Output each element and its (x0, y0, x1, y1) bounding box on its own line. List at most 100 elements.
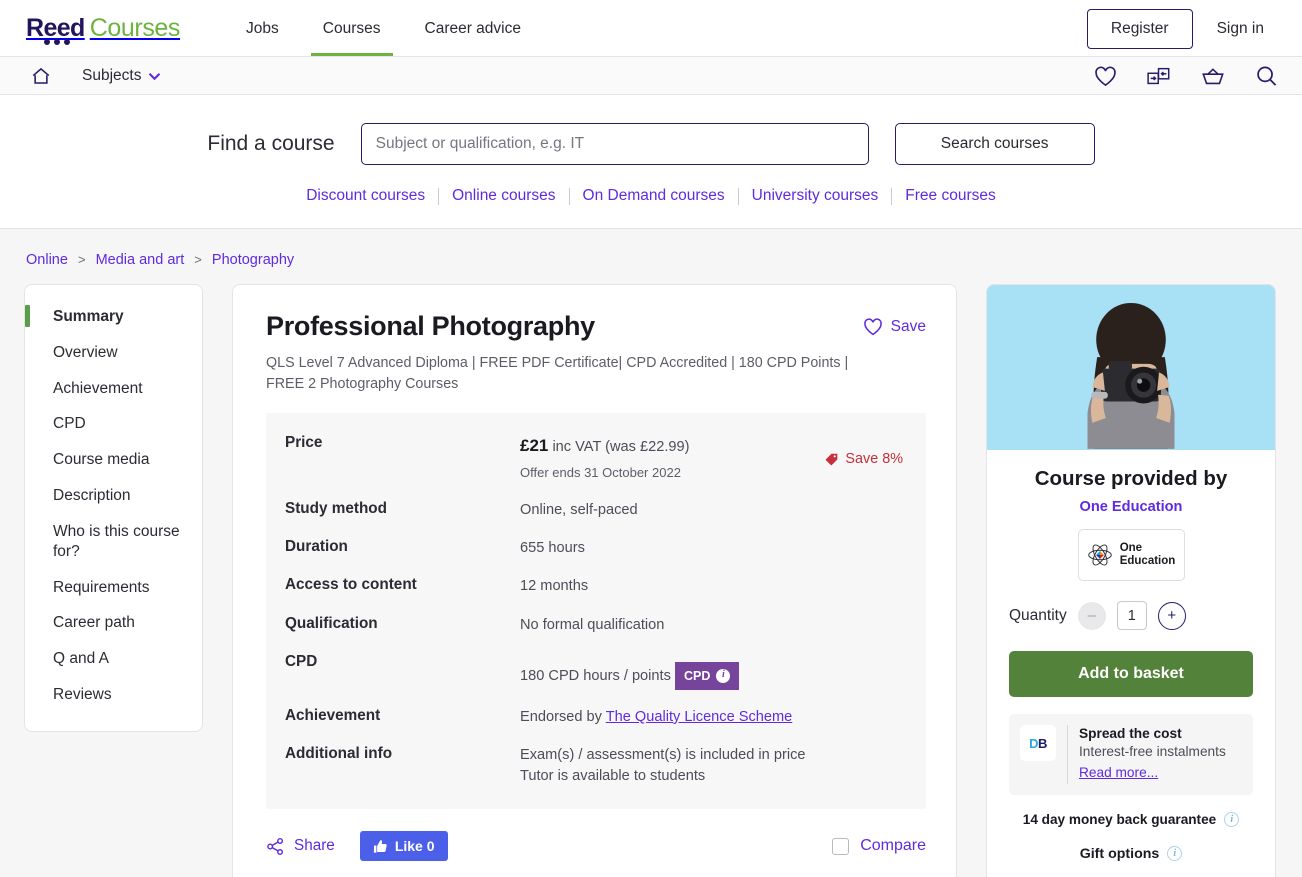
compare-checkbox[interactable] (832, 838, 849, 855)
detail-value-study-method: Online, self-paced (520, 500, 638, 521)
cpd-points-text: 180 CPD hours / points (520, 668, 671, 684)
like-button[interactable]: Like 0 (360, 831, 448, 861)
compare-icon[interactable] (1147, 66, 1171, 87)
share-button[interactable]: Share (266, 837, 335, 856)
detail-label-duration: Duration (285, 538, 520, 559)
nav-item-courses[interactable]: Courses (301, 0, 403, 57)
quantity-decrease-button[interactable]: – (1078, 602, 1106, 630)
course-search-band: Find a course Search courses Discount co… (0, 95, 1302, 229)
sidebar-item-career-path[interactable]: Career path (25, 613, 202, 633)
tag-icon (824, 452, 839, 467)
info-icon[interactable]: i (1224, 812, 1239, 827)
detail-row-duration: Duration 655 hours (285, 538, 903, 559)
detail-label-achievement: Achievement (285, 707, 520, 728)
page-body: Online > Media and art > Photography Sum… (0, 229, 1302, 877)
quality-licence-scheme-link[interactable]: The Quality Licence Scheme (606, 709, 793, 725)
quicklink-discount-courses[interactable]: Discount courses (293, 187, 438, 205)
quantity-increase-button[interactable]: + (1158, 602, 1186, 630)
sidebar-item-reviews[interactable]: Reviews (25, 685, 202, 705)
deko-logo-icon: DB (1020, 725, 1056, 761)
search-input[interactable] (361, 123, 869, 165)
sidebar-item-q-and-a[interactable]: Q and A (25, 649, 202, 669)
heart-icon (863, 318, 883, 336)
deko-logo-b: B (1038, 736, 1047, 751)
info-icon[interactable]: i (1167, 846, 1182, 861)
additional-info-line-1: Exam(s) / assessment(s) is included in p… (520, 745, 805, 766)
money-back-guarantee-row: 14 day money back guarantee i (987, 812, 1275, 827)
spread-read-more-link[interactable]: Read more... (1079, 764, 1158, 782)
find-a-course-label: Find a course (207, 132, 334, 156)
subjects-dropdown[interactable]: Subjects (82, 67, 161, 85)
breadcrumb-item-photography[interactable]: Photography (212, 252, 294, 268)
search-courses-button[interactable]: Search courses (895, 123, 1095, 165)
quantity-input[interactable] (1117, 601, 1147, 630)
main-navigation: Jobs Courses Career advice (224, 0, 543, 57)
provider-logo-line-2: Education (1120, 555, 1176, 568)
nav-item-jobs[interactable]: Jobs (224, 0, 301, 57)
detail-row-cpd: CPD 180 CPD hours / points CPD i (285, 653, 903, 690)
cpd-badge[interactable]: CPD i (675, 662, 739, 690)
money-back-guarantee-label: 14 day money back guarantee (1023, 812, 1216, 827)
detail-row-additional-info: Additional info Exam(s) / assessment(s) … (285, 745, 903, 787)
register-button[interactable]: Register (1087, 9, 1193, 49)
logo-text-reed: Reed (26, 16, 85, 41)
gift-options-row: Gift options i (987, 846, 1275, 862)
sidebar-item-overview[interactable]: Overview (25, 343, 202, 363)
sidebar-item-summary[interactable]: Summary (25, 307, 202, 327)
detail-row-achievement: Achievement Endorsed by The Quality Lice… (285, 707, 903, 728)
detail-value-duration: 655 hours (520, 538, 585, 559)
detail-value-access-to-content: 12 months (520, 576, 588, 597)
subnav-icon-group (1094, 65, 1278, 87)
home-icon[interactable] (30, 65, 52, 87)
course-title-row: Professional Photography Save (266, 312, 926, 342)
logo-dots-icon (44, 39, 70, 45)
reed-courses-logo[interactable]: Reed Courses (26, 16, 180, 41)
sidebar-item-course-media[interactable]: Course media (25, 450, 202, 470)
sidebar-item-achievement[interactable]: Achievement (25, 379, 202, 399)
thumbs-up-icon (373, 839, 388, 854)
quicklink-free-courses[interactable]: Free courses (892, 187, 1008, 205)
provider-name-link[interactable]: One Education (987, 499, 1275, 515)
search-icon[interactable] (1255, 65, 1278, 87)
site-header: Reed Courses Jobs Courses Career advice … (0, 0, 1302, 57)
detail-label-cpd: CPD (285, 653, 520, 690)
share-icon (266, 837, 285, 856)
quicklink-online-courses[interactable]: Online courses (439, 187, 568, 205)
sidebar-item-who-is-this-course-for[interactable]: Who is this course for? (25, 522, 202, 562)
compare-control[interactable]: Compare (832, 837, 926, 855)
save-course-button[interactable]: Save (863, 312, 926, 336)
deko-logo-d: D (1029, 736, 1038, 751)
sidebar-item-requirements[interactable]: Requirements (25, 578, 202, 598)
detail-label-additional-info: Additional info (285, 745, 520, 787)
detail-value-qualification: No formal qualification (520, 615, 664, 636)
save-label: Save (891, 318, 926, 336)
quicklink-on-demand-courses[interactable]: On Demand courses (570, 187, 738, 205)
basket-icon[interactable] (1201, 66, 1225, 87)
sign-in-link[interactable]: Sign in (1203, 12, 1278, 46)
provider-logo[interactable]: One Education (1078, 529, 1185, 581)
quick-links: Discount courses Online courses On Deman… (0, 187, 1302, 205)
detail-row-access-to-content: Access to content 12 months (285, 576, 903, 597)
detail-row-price: Price £21 inc VAT (was £22.99) Offer end… (285, 434, 903, 483)
content-columns: Summary Overview Achievement CPD Course … (24, 284, 1278, 877)
cpd-badge-label: CPD (684, 667, 710, 685)
sidebar-item-description[interactable]: Description (25, 486, 202, 506)
header-actions: Register Sign in (1087, 9, 1278, 49)
add-to-basket-button[interactable]: Add to basket (1009, 651, 1253, 697)
price-amount: £21 (520, 436, 548, 455)
heart-icon[interactable] (1094, 66, 1117, 87)
provider-logo-line-1: One (1120, 542, 1176, 555)
breadcrumb-item-media-and-art[interactable]: Media and art (96, 252, 185, 268)
sidebar-item-cpd[interactable]: CPD (25, 414, 202, 434)
compare-label[interactable]: Compare (860, 837, 926, 855)
price-inc-vat: inc VAT (was £22.99) (552, 439, 689, 455)
quicklink-university-courses[interactable]: University courses (739, 187, 892, 205)
spread-divider (1067, 725, 1068, 784)
share-label: Share (294, 837, 335, 855)
detail-value-price: £21 inc VAT (was £22.99) Offer ends 31 O… (520, 434, 690, 483)
nav-item-career-advice[interactable]: Career advice (403, 0, 544, 57)
breadcrumb-item-online[interactable]: Online (26, 252, 68, 268)
course-actions-row: Share Like 0 Compare (266, 831, 926, 877)
additional-info-line-2: Tutor is available to students (520, 766, 805, 787)
course-provided-by-heading: Course provided by (987, 467, 1275, 491)
